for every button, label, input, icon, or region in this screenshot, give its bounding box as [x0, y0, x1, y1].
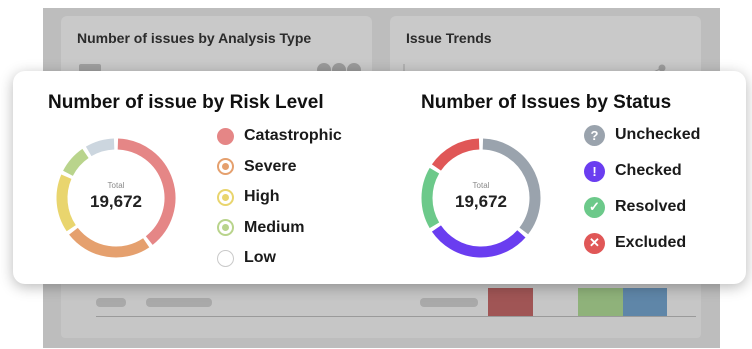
legend-label: Checked: [615, 162, 682, 179]
background-divider: [96, 316, 696, 317]
low-swatch-icon: [217, 249, 234, 267]
legend-label: Catastrophic: [244, 127, 342, 145]
risk-level-legend: Catastrophic Severe High Medium Low: [217, 121, 342, 274]
legend-item-low[interactable]: Low: [217, 243, 342, 274]
background-bar-blue: [623, 288, 667, 316]
background-row-pill: [146, 298, 212, 307]
legend-label: Medium: [244, 218, 305, 236]
legend-label: Low: [244, 249, 276, 267]
background-card-title: Issue Trends: [406, 30, 492, 46]
legend-label: Excluded: [615, 234, 687, 251]
medium-swatch-icon: [217, 219, 234, 237]
status-segment-excluded[interactable]: [431, 138, 480, 171]
exclamation-circle-icon: !: [584, 160, 605, 182]
legend-item-severe[interactable]: Severe: [217, 152, 342, 183]
risk-total-value: 19,672: [90, 192, 142, 211]
legend-item-checked[interactable]: ! Checked: [584, 153, 700, 189]
legend-item-resolved[interactable]: ✓ Resolved: [584, 189, 700, 225]
legend-item-unchecked[interactable]: ? Unchecked: [584, 117, 700, 153]
status-segment-checked[interactable]: [431, 225, 526, 258]
risk-level-title: Number of issue by Risk Level: [48, 92, 324, 113]
risk-segment-severe[interactable]: [69, 227, 150, 258]
background-card-title: Number of issues by Analysis Type: [77, 30, 312, 46]
risk-total-label: Total: [107, 181, 125, 190]
legend-label: Resolved: [615, 198, 687, 215]
catastrophic-swatch-icon: [217, 127, 234, 145]
legend-item-excluded[interactable]: ✕ Excluded: [584, 225, 700, 261]
high-swatch-icon: [217, 188, 234, 206]
status-legend: ? Unchecked ! Checked ✓ Resolved ✕ Exclu…: [584, 117, 700, 261]
x-circle-icon: ✕: [584, 232, 605, 254]
screen: Number of issues by Analysis Type Issue …: [0, 0, 752, 349]
background-row-pill: [420, 298, 478, 307]
risk-donut-center: Total 19,672: [66, 181, 166, 212]
status-total-value: 19,672: [455, 192, 507, 211]
legend-item-medium[interactable]: Medium: [217, 213, 342, 244]
legend-label: High: [244, 188, 280, 206]
check-circle-icon: ✓: [584, 196, 605, 218]
legend-label: Unchecked: [615, 126, 701, 143]
background-bar-red: [488, 288, 533, 316]
severe-swatch-icon: [217, 158, 234, 176]
legend-label: Severe: [244, 157, 297, 175]
question-circle-icon: ?: [584, 124, 605, 146]
legend-item-high[interactable]: High: [217, 182, 342, 213]
legend-item-catastrophic[interactable]: Catastrophic: [217, 121, 342, 152]
risk-segment-low[interactable]: [85, 138, 115, 157]
status-total-label: Total: [472, 181, 490, 190]
status-title: Number of Issues by Status: [421, 92, 672, 113]
risk-segment-medium[interactable]: [63, 148, 89, 177]
background-row-pill: [96, 298, 126, 307]
risk-status-popup: Number of issue by Risk Level Total 19,6…: [13, 71, 746, 284]
background-bar-green: [578, 288, 623, 316]
status-donut-center: Total 19,672: [431, 181, 531, 212]
